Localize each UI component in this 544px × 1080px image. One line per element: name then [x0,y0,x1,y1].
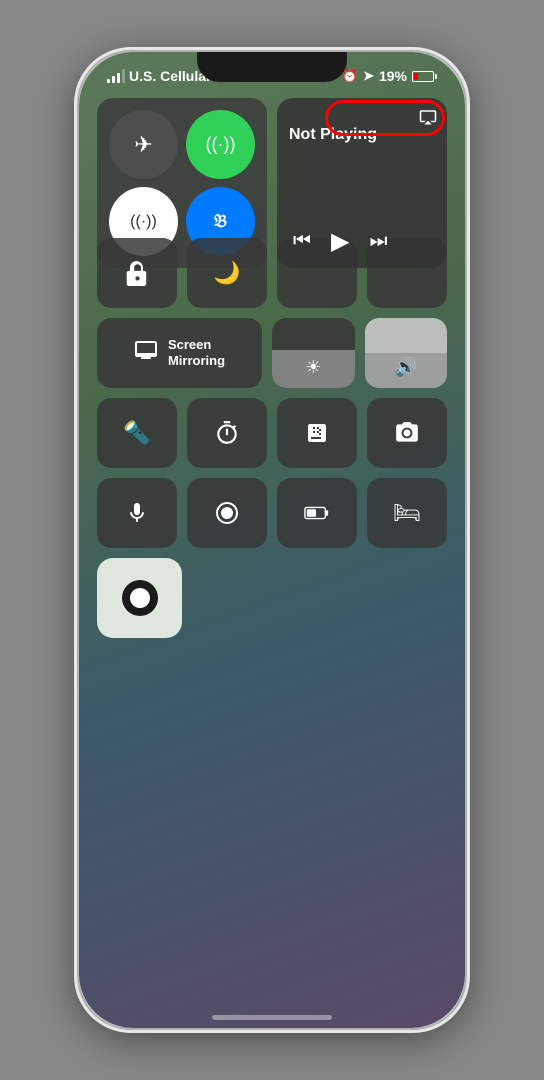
airplane-mode-button[interactable]: ✈ [109,110,178,179]
wifi-button[interactable]: ((·)) [186,110,255,179]
phone-frame: U.S. Cellular LTE ⏰ ➤ 19% ✈ ((· [77,50,467,1030]
control-center: ✈ ((·)) ((·)) 𝔅 Not Playing ⏮ [97,98,447,1007]
row-tools2: 🛏 [97,478,447,548]
media-status: Not Playing [289,126,435,144]
volume-slider[interactable]: 🔊 [365,318,448,388]
accessibility-button[interactable] [97,558,182,638]
location-icon: ➤ [363,68,374,84]
media-tile[interactable]: Not Playing ⏮ ▶ ⏭ [277,98,447,268]
signal-bar-3 [117,73,120,83]
screen-mirroring-label: ScreenMirroring [168,337,225,368]
timer-button[interactable] [187,398,267,468]
power-button[interactable] [465,272,467,362]
media-controls: ⏮ ▶ ⏭ [289,227,435,256]
signal-bar-1 [107,79,110,83]
row-top: ✈ ((·)) ((·)) 𝔅 Not Playing ⏮ [97,98,447,228]
battery-status-button[interactable] [277,478,357,548]
screen-mirroring-icon [134,338,158,368]
status-right: ⏰ ➤ 19% [342,68,437,84]
battery-icon [412,71,437,82]
phone-screen: U.S. Cellular LTE ⏰ ➤ 19% ✈ ((· [79,52,465,1028]
play-button[interactable]: ▶ [331,227,349,256]
notch [197,52,347,82]
signal-bar-4 [122,69,125,83]
fast-forward-button[interactable]: ⏭ [369,230,387,253]
flashlight-button[interactable]: 🔦 [97,398,177,468]
brightness-slider[interactable]: ☀ [272,318,355,388]
volume-icon: 🔊 [395,357,417,378]
do-not-disturb-button[interactable]: 🌙 [187,238,267,308]
rewind-button[interactable]: ⏮ [293,230,311,253]
calculator-button[interactable] [277,398,357,468]
row-tools: 🔦 [97,398,447,468]
airplay-icon[interactable] [419,108,437,131]
rotation-lock-button[interactable] [97,238,177,308]
empty-space [192,558,447,638]
screen-record-button[interactable] [187,478,267,548]
row-bottom [97,558,447,638]
signal-icon [107,69,125,83]
brightness-icon: ☀ [305,357,321,378]
voice-memos-button[interactable] [97,478,177,548]
camera-button[interactable] [367,398,447,468]
battery-percent: 19% [379,68,407,84]
home-indicator[interactable] [212,1015,332,1020]
screen-mirroring-button[interactable]: ScreenMirroring [97,318,262,388]
row-mirror: ScreenMirroring ☀ 🔊 [97,318,447,388]
signal-bar-2 [112,76,115,83]
bed-time-button[interactable]: 🛏 [367,478,447,548]
